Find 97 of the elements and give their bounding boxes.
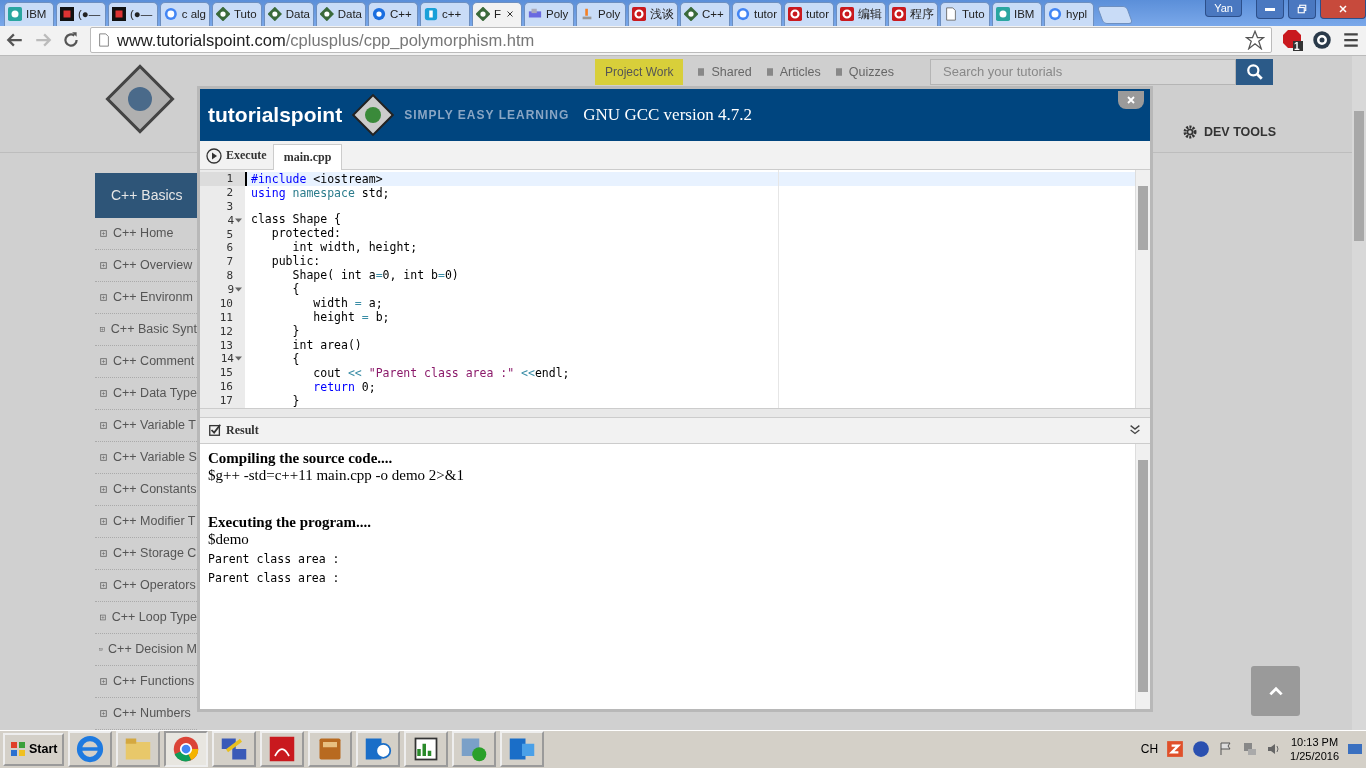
language-indicator[interactable]: CH: [1140, 742, 1159, 757]
result-line: $demo: [208, 530, 250, 548]
url-path: /cplusplus/cpp_polymorphism.htm: [285, 30, 535, 50]
nav-link[interactable]: Articles: [779, 64, 821, 79]
address-bar[interactable]: www.tutorialspoint.com/cplusplus/cpp_polymorphism.htm: [90, 27, 1272, 54]
code-line: cout << "Parent class area :" <<endl;: [312, 365, 570, 380]
url-host: www.tutorialspoint.com: [117, 30, 286, 50]
extension-count: 1: [1294, 40, 1301, 52]
nav-link[interactable]: Quizzes: [848, 64, 894, 79]
code-line: {: [291, 351, 300, 366]
nav-link[interactable]: Shared: [711, 64, 752, 79]
line-number: 2: [226, 185, 233, 199]
profile-button[interactable]: Yan: [1205, 0, 1242, 17]
sidebar-link[interactable]: C++ Storage C: [113, 546, 197, 561]
dev-tools-link[interactable]: DEV TOOLS: [1204, 124, 1276, 139]
line-number: 13: [219, 338, 233, 352]
browser-tab[interactable]: 编辑: [836, 1, 886, 26]
browser-tab[interactable]: Poly: [524, 1, 574, 26]
sidebar-link[interactable]: C++ Numbers: [113, 706, 191, 721]
sidebar-link[interactable]: C++ Variable T: [113, 418, 196, 433]
execute-button[interactable]: Execute: [206, 142, 267, 169]
sidebar-link[interactable]: C++ Operators: [113, 578, 196, 593]
code-line: return 0;: [312, 379, 376, 394]
browser-tab[interactable]: Tuto: [212, 1, 262, 26]
output-line: Parent class area :: [208, 551, 341, 567]
result-line: $g++ -std=c++11 main.cpp -o demo 2>&1: [208, 466, 465, 484]
code-line: #include <iostream>: [251, 171, 383, 186]
sidebar-link[interactable]: C++ Basic Synt: [110, 322, 197, 337]
line-number: 1: [226, 172, 233, 186]
start-button[interactable]: Start: [3, 732, 65, 766]
line-number: 11: [219, 310, 233, 324]
sidebar-link[interactable]: C++ Overview: [113, 258, 193, 273]
browser-tab[interactable]: tutor: [784, 1, 834, 26]
code-line: class Shape {: [251, 211, 341, 226]
sidebar-link[interactable]: C++ Comment: [113, 354, 195, 369]
nav-button[interactable]: Project Work: [595, 58, 684, 85]
line-number: 9: [227, 283, 234, 297]
line-number: 16: [219, 380, 233, 394]
sidebar-link[interactable]: C++ Environm: [113, 290, 193, 305]
line-number: 12: [219, 324, 233, 338]
browser-tab[interactable]: IBM: [992, 1, 1042, 26]
browser-tab[interactable]: Data: [264, 1, 314, 26]
code-line: public:: [270, 253, 321, 268]
code-line: }: [291, 323, 300, 338]
code-line: using namespace std;: [251, 185, 390, 200]
browser-tab[interactable]: hypl: [1044, 1, 1094, 26]
browser-tab[interactable]: (●—: [56, 1, 106, 26]
code-line: int width, height;: [292, 239, 418, 254]
browser-tab[interactable]: 程序: [888, 1, 938, 26]
browser-tab[interactable]: 浅谈: [628, 1, 678, 26]
code-line: height = b;: [312, 309, 390, 324]
line-number: 5: [226, 227, 233, 241]
browser-tab[interactable]: C++: [680, 1, 730, 26]
browser-tab[interactable]: IBM: [4, 1, 54, 26]
tagline: SIMPLY EASY LEARNING: [404, 107, 570, 122]
code-line: protected:: [270, 225, 341, 240]
line-number: 10: [219, 296, 233, 310]
line-number: 17: [219, 394, 233, 408]
line-number: 7: [226, 255, 233, 269]
browser-tab[interactable]: Data: [316, 1, 366, 26]
sidebar-link[interactable]: C++ Data Type: [113, 386, 197, 401]
line-number: 6: [226, 241, 233, 255]
line-number: 3: [226, 199, 233, 213]
sidebar-link[interactable]: C++ Functions: [113, 674, 195, 689]
line-number: 15: [219, 366, 233, 380]
browser-tab[interactable]: c++: [420, 1, 470, 26]
line-number: 14: [220, 352, 234, 366]
sidebar-link[interactable]: C++ Home: [113, 226, 174, 241]
code-line: width = a;: [312, 295, 383, 310]
browser-tab[interactable]: C++: [368, 1, 418, 26]
brand-name: tutorialspoint: [208, 102, 343, 127]
browser-tab[interactable]: c alg: [160, 1, 210, 26]
line-number: 4: [227, 213, 234, 227]
line-number: 8: [226, 269, 233, 283]
browser-tab[interactable]: F: [472, 1, 522, 26]
code-line: Shape( int a=0, int b=0): [292, 267, 459, 282]
sidebar-heading: C++ Basics: [95, 172, 197, 218]
sidebar-link[interactable]: C++ Variable S: [113, 450, 197, 465]
sidebar-link[interactable]: C++ Loop Type: [111, 610, 197, 625]
sidebar-link[interactable]: C++ Modifier T: [113, 514, 196, 529]
clock-date: 1/25/2016: [1290, 749, 1339, 764]
output-line: Parent class area :: [208, 570, 341, 586]
code-line: {: [291, 281, 300, 296]
code-line: }: [291, 393, 300, 408]
code-line: int area(): [291, 337, 362, 352]
sidebar-link[interactable]: C++ Constants: [113, 482, 197, 497]
compiler-version: GNU GCC version 4.7.2: [583, 104, 752, 125]
browser-tab[interactable]: Tuto: [940, 1, 990, 26]
browser-tab[interactable]: tutor: [732, 1, 782, 26]
result-line: Compiling the source code....: [208, 449, 394, 467]
result-line: Executing the program....: [208, 513, 373, 531]
clock-time: 10:13 PM: [1291, 735, 1339, 750]
browser-tab[interactable]: (●—: [108, 1, 158, 26]
file-tab[interactable]: main.cpp: [272, 143, 343, 170]
browser-tab[interactable]: Poly: [576, 1, 626, 26]
result-title: Result: [226, 422, 260, 438]
sidebar-link[interactable]: C++ Decision M: [108, 642, 197, 657]
